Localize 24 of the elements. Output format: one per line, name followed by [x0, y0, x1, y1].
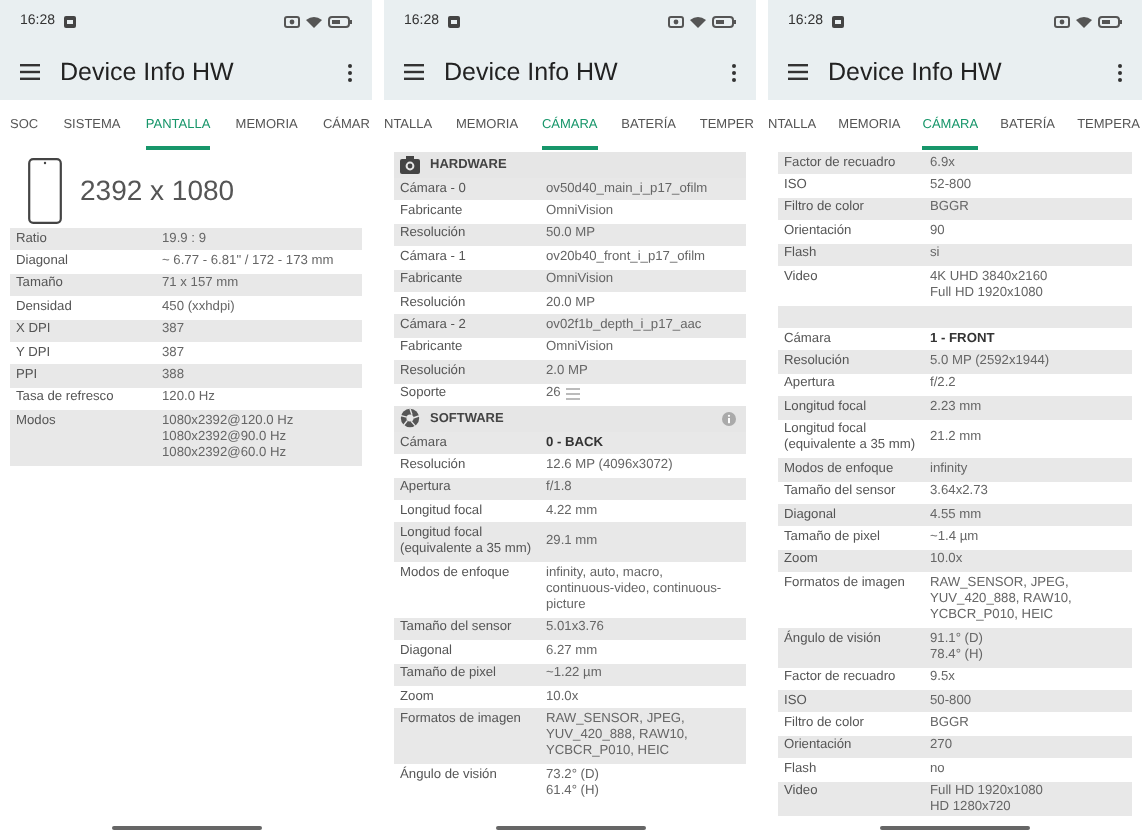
phone-icon — [28, 157, 62, 223]
battery-icon — [712, 16, 736, 28]
menu-icon[interactable] — [788, 64, 808, 80]
menu-icon[interactable] — [404, 64, 424, 80]
home-indicator[interactable] — [111, 825, 261, 831]
camera-icon — [284, 16, 300, 28]
camera-icon — [668, 16, 684, 28]
notification-icon — [447, 16, 460, 28]
display-resolution: 2392 x 1080 — [80, 171, 235, 209]
home-indicator[interactable] — [495, 825, 645, 831]
battery-icon — [1098, 16, 1122, 28]
wifi-icon — [306, 16, 322, 28]
notification-icon — [63, 16, 76, 28]
app-title: Device Info HW — [60, 55, 234, 90]
list-icon — [566, 388, 581, 401]
app-title: Device Info HW — [828, 55, 1002, 90]
menu-icon[interactable] — [20, 64, 40, 80]
app-title: Device Info HW — [444, 55, 618, 90]
wifi-icon — [690, 16, 706, 28]
notification-icon — [831, 16, 844, 28]
home-indicator[interactable] — [880, 825, 1030, 831]
battery-icon — [328, 16, 352, 28]
camera-icon — [1054, 16, 1070, 28]
wifi-icon — [1076, 16, 1092, 28]
